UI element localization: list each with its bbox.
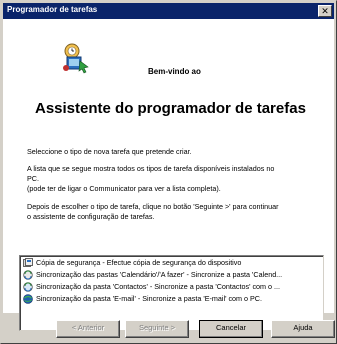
calendar-sync-icon <box>23 270 33 280</box>
backup-icon <box>23 258 33 267</box>
list-description: A lista que se segue mostra todos os tip… <box>27 164 323 194</box>
help-button[interactable]: Ajuda <box>271 320 335 338</box>
title-bar[interactable]: Programador de tarefas ✕ <box>3 3 334 19</box>
contacts-sync-icon <box>23 282 33 292</box>
wizard-content: Bem-vindo ao Assistente do programador d… <box>3 19 334 331</box>
description-line-2: PC. <box>27 174 39 183</box>
next-step-line-2: o assistente de configuração de tarefas. <box>27 212 155 221</box>
list-item[interactable]: Sincronização da pasta 'Contactos' - Sin… <box>21 281 323 293</box>
list-item[interactable]: Cópia de segurança - Efectue cópia de se… <box>21 257 323 269</box>
instruction-line: Seleccione o tipo de nova tarefa que pre… <box>27 147 192 156</box>
close-icon: ✕ <box>321 6 329 16</box>
back-button[interactable]: < Anterior <box>56 320 120 338</box>
cancel-button[interactable]: Cancelar <box>199 320 263 338</box>
window-title: Programador de tarefas <box>7 5 98 14</box>
list-item[interactable]: Sincronização das pastas 'Calendário'/'A… <box>21 269 323 281</box>
instruction-text: Seleccione o tipo de nova tarefa que pre… <box>27 147 323 157</box>
list-item-label: Sincronização da pasta 'Contactos' - Sin… <box>36 282 280 291</box>
list-item-label: Sincronização das pastas 'Calendário'/'A… <box>36 270 283 279</box>
list-item-label: Sincronização da pasta 'E-mail' - Sincro… <box>36 294 262 303</box>
wizard-window: Programador de tarefas ✕ Bem-vindo ao As… <box>0 0 337 344</box>
wizard-headline: Assistente do programador de tarefas <box>35 100 306 117</box>
close-button[interactable]: ✕ <box>318 5 332 17</box>
scheduler-logo-icon <box>63 43 89 74</box>
welcome-text: Bem-vindo ao <box>148 67 201 76</box>
next-step-text: Depois de escolher o tipo de tarefa, cli… <box>27 202 323 222</box>
next-step-line-1: Depois de escolher o tipo de tarefa, cli… <box>27 202 279 211</box>
next-button[interactable]: Seguinte > <box>125 320 189 338</box>
list-item-label: Cópia de segurança - Efectue cópia de se… <box>36 258 242 267</box>
description-line-3: (pode ter de ligar o Communicator para v… <box>27 184 221 193</box>
list-item[interactable]: Sincronização da pasta 'E-mail' - Sincro… <box>21 293 323 305</box>
email-sync-icon <box>23 294 33 304</box>
description-line-1: A lista que se segue mostra todos os tip… <box>27 164 275 173</box>
